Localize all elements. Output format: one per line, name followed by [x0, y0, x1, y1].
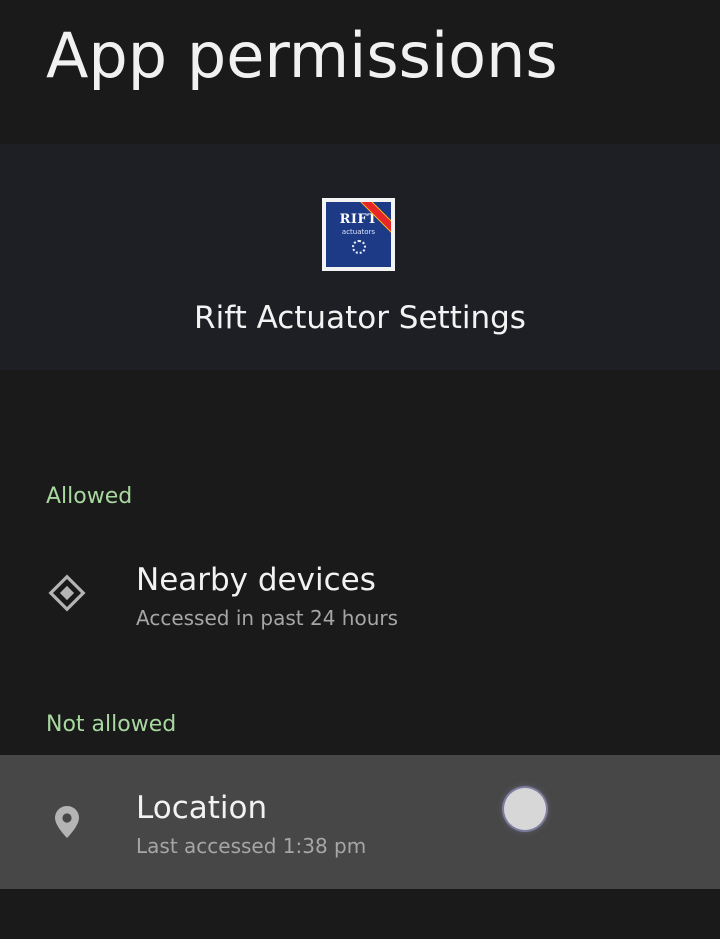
nearby-devices-icon — [48, 574, 86, 612]
rift-actuators-app-icon: RIFT actuators — [322, 198, 395, 271]
app-icon-sub-text: actuators — [341, 228, 376, 236]
section-label-not-allowed: Not allowed — [46, 712, 177, 737]
section-label-allowed: Allowed — [46, 484, 133, 509]
location-pin-icon — [55, 806, 79, 838]
permission-subtitle: Last accessed 1:38 pm — [136, 834, 367, 858]
app-name: Rift Actuator Settings — [194, 300, 526, 336]
permission-title: Location — [136, 790, 268, 826]
permission-subtitle: Accessed in past 24 hours — [136, 606, 399, 630]
gear-icon — [352, 240, 366, 254]
permission-title: Nearby devices — [136, 562, 376, 598]
touch-indicator — [504, 788, 546, 830]
permission-row-nearby-devices[interactable]: Nearby devices Accessed in past 24 hours — [0, 528, 720, 662]
permission-row-location[interactable]: Location Last accessed 1:38 pm — [0, 755, 720, 889]
page-title: App permissions — [46, 19, 558, 92]
app-header: RIFT actuators Rift Actuator Settings — [0, 144, 720, 370]
